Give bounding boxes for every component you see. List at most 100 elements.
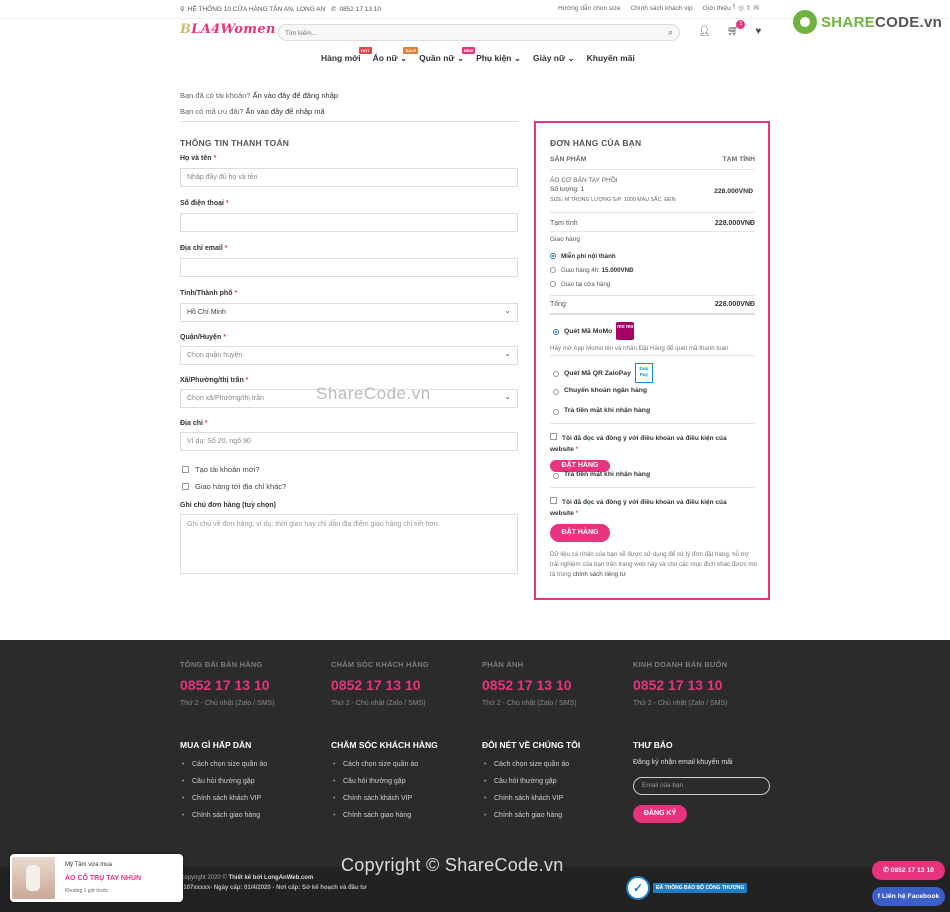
twitter-icon[interactable]: 𝕥 bbox=[747, 4, 750, 12]
coupon-notice: Bạn có mã ưu đãi? Ấn vào đây để nhập mã bbox=[180, 107, 325, 116]
facebook-contact-button[interactable]: f Liên hệ Facebook bbox=[872, 887, 945, 906]
phone-icon: ✆ bbox=[331, 6, 337, 13]
ship-option-free[interactable]: Miễn phí nội thành bbox=[550, 252, 616, 260]
login-notice: Bạn đã có tài khoản? Ấn vào đây để đăng … bbox=[180, 91, 339, 100]
pay-zalopay[interactable]: Quét Mã QR ZaloPay Zalo Pay bbox=[553, 363, 653, 383]
subtotal-row: Tạm tính 228.000VNĐ bbox=[550, 220, 755, 227]
wishlist-heart-icon[interactable]: ♥ bbox=[755, 26, 761, 37]
footer-phone[interactable]: 0852 17 13 10 bbox=[180, 677, 275, 693]
top-link-size-guide[interactable]: Hướng dẫn chọn size bbox=[558, 5, 620, 12]
footer-link[interactable]: Cách chọn size quần áo bbox=[482, 756, 580, 773]
chevron-down-icon: ⌄ bbox=[513, 53, 521, 63]
divider bbox=[180, 121, 518, 122]
nav-promotions[interactable]: Khuyến mãi bbox=[587, 53, 635, 64]
site-logo[interactable]: BLA4Women bbox=[180, 22, 276, 37]
subscribe-button[interactable]: ĐĂNG KÝ bbox=[633, 805, 687, 823]
momo-description: Hãy mở App Momo lên và nhấn Đặt Hàng để … bbox=[550, 345, 729, 352]
product-attrs: SIZE: M TRỌNG LƯỢNG S/P: 1000 MÀU SẮC: Đ… bbox=[550, 197, 676, 203]
gov-registered-badge[interactable]: ✓ ĐÃ THÔNG BÁO BỘ CÔNG THƯƠNG bbox=[626, 876, 748, 900]
user-icon[interactable]: 👤︎ bbox=[698, 26, 711, 37]
search-input[interactable] bbox=[285, 28, 655, 38]
footer-contact-sales: TỔNG ĐÀI BÁN HÀNG 0852 17 13 10 Thứ 2 - … bbox=[180, 660, 275, 707]
footer-phone[interactable]: 0852 17 13 10 bbox=[633, 677, 728, 693]
search-icon[interactable]: ⌕ bbox=[668, 27, 673, 38]
designer-link[interactable]: Thiết kế bởi LongAnWeb.com bbox=[228, 875, 313, 881]
address-field[interactable]: Ví dụ: Số 20, ngõ 90 bbox=[180, 432, 518, 451]
sharecode-logo: SHARECODE.vn bbox=[793, 10, 942, 34]
ship-option-store[interactable]: Giao tại cửa hàng bbox=[550, 280, 610, 288]
chevron-down-icon: ⌄ bbox=[400, 53, 408, 63]
product-thumbnail bbox=[12, 857, 55, 899]
mail-icon[interactable]: ✉ bbox=[753, 4, 759, 12]
cart-count-badge: 1 bbox=[736, 20, 746, 29]
cart-icon[interactable]: 🛒︎ 1 bbox=[727, 20, 746, 37]
privacy-link[interactable]: chính sách riêng tư bbox=[573, 571, 626, 578]
city-select[interactable]: Hồ Chí Minh bbox=[180, 303, 518, 322]
footer-link[interactable]: Chính sách khách VIP bbox=[180, 790, 267, 807]
facebook-icon[interactable]: f bbox=[733, 4, 735, 12]
order-title: ĐƠN HÀNG CỦA BẠN bbox=[550, 138, 642, 148]
order-header: SẢN PHẨM TẠM TÍNH bbox=[550, 156, 755, 163]
address-label: Địa chỉ * bbox=[180, 420, 208, 427]
name-field[interactable]: Nhập đầy đủ họ và tên bbox=[180, 168, 518, 187]
license-line: 0107xxxxx- Ngày cấp: 01/4/2020 - Nơi cấp… bbox=[180, 885, 367, 891]
footer-phone[interactable]: 0852 17 13 10 bbox=[331, 677, 429, 693]
shipping-label: Giao hàng bbox=[550, 236, 580, 243]
footer-link[interactable]: Câu hỏi thường gặp bbox=[331, 773, 438, 790]
district-select[interactable]: Chọn quận huyện bbox=[180, 346, 518, 365]
footer-col-about: ĐÔI NÉT VỀ CHÚNG TÔI Cách chọn size quần… bbox=[482, 740, 580, 824]
pay-cod[interactable]: Trả tiền mặt khi nhận hàng bbox=[553, 407, 650, 415]
nav-accessories[interactable]: Phụ kiện ⌄ bbox=[476, 53, 521, 64]
footer-link[interactable]: Câu hỏi thường gặp bbox=[482, 773, 580, 790]
social-links: f ◎ 𝕥 ✉ bbox=[733, 4, 759, 12]
phone-field[interactable] bbox=[180, 213, 518, 232]
nav-shoes[interactable]: Giày nữ ⌄ bbox=[533, 53, 575, 64]
footer-contact-care: CHĂM SÓC KHÁCH HÀNG 0852 17 13 10 Thứ 2 … bbox=[331, 660, 429, 707]
pay-bank-transfer[interactable]: Chuyển khoản ngân hàng bbox=[553, 387, 647, 395]
phone-label: Số điện thoại * bbox=[180, 200, 229, 207]
footer-col-shopping: MUA GÌ HẤP DẪN Cách chọn size quần áo Câ… bbox=[180, 740, 267, 824]
product-qty: Số lượng: 1 bbox=[550, 186, 585, 193]
footer-link[interactable]: Chính sách giao hàng bbox=[482, 807, 580, 824]
terms-checkbox[interactable]: Tôi đã đọc và đồng ý với điều khoản và đ… bbox=[550, 433, 740, 455]
billing-title: THÔNG TIN THANH TOÁN bbox=[180, 138, 290, 148]
notes-textarea[interactable]: Ghi chú về đơn hàng, ví dụ: thời gian ha… bbox=[180, 514, 518, 574]
footer-link[interactable]: Chính sách khách VIP bbox=[482, 790, 580, 807]
email-field[interactable] bbox=[180, 258, 518, 277]
pay-momo[interactable]: Quét Mã MoMo mo mo bbox=[553, 322, 635, 340]
top-link-about[interactable]: Giới thiệu bbox=[703, 5, 731, 12]
footer-link[interactable]: Chính sách khách VIP bbox=[331, 790, 438, 807]
footer-link[interactable]: Chính sách giao hàng bbox=[180, 807, 267, 824]
nav-tops[interactable]: Áo nữ ⌄ SALE bbox=[373, 47, 419, 64]
footer-contact-wholesale: KINH DOANH BÁN BUÔN 0852 17 13 10 Thứ 2 … bbox=[633, 660, 728, 707]
top-phone[interactable]: ✆ 0852 17 13 10 bbox=[331, 5, 381, 14]
instagram-icon[interactable]: ◎ bbox=[738, 4, 744, 12]
place-order-button[interactable]: ĐẶT HÀNG bbox=[550, 524, 610, 542]
ship-option-4h[interactable]: Giao hàng 4h: 15.000VNĐ bbox=[550, 266, 634, 274]
footer-phone[interactable]: 0852 17 13 10 bbox=[482, 677, 577, 693]
product-price: 228.000VNĐ bbox=[714, 188, 753, 195]
newsletter-email-input[interactable]: Email của bạn bbox=[633, 777, 770, 795]
footer-newsletter: THƯ BÁO Đăng ký nhận email khuyến mãi Em… bbox=[633, 740, 770, 823]
footer-link[interactable]: Câu hỏi thường gặp bbox=[180, 773, 267, 790]
footer-link[interactable]: Cách chọn size quần áo bbox=[331, 756, 438, 773]
top-link-vip[interactable]: Chính sách khách vip bbox=[630, 5, 692, 12]
coupon-link[interactable]: Ấn vào đây để nhập mã bbox=[246, 107, 325, 116]
nav-pants[interactable]: Quần nữ ⌄ NEW bbox=[419, 47, 476, 64]
call-button[interactable]: ✆ 0852 17 13 10 bbox=[872, 861, 945, 880]
hot-tag: HOT bbox=[359, 47, 372, 54]
footer-contact-feedback: PHẢN ÁNH 0852 17 13 10 Thứ 2 - Chủ nhật … bbox=[482, 660, 577, 707]
create-account-checkbox[interactable]: Tạo tài khoản mới? bbox=[182, 465, 260, 474]
chevron-down-icon: ⌄ bbox=[567, 53, 575, 63]
footer-link[interactable]: Cách chọn size quần áo bbox=[180, 756, 267, 773]
pay-cod-repeat[interactable]: Trả tiền mặt khi nhận hàng bbox=[553, 471, 650, 479]
product-name: ÁO CƠ BẢN TAY PHỒI bbox=[550, 177, 618, 184]
recent-purchase-popup[interactable]: Mỹ Tâm vừa mua ÁO CỔ TRỤ TAY NHÚN Khoảng… bbox=[10, 854, 183, 902]
nav-new-arrivals[interactable]: Hàng mới HOT bbox=[321, 47, 372, 64]
footer-link[interactable]: Chính sách giao hàng bbox=[331, 807, 438, 824]
total-row: Tổng 228.000VNĐ bbox=[550, 301, 755, 308]
ship-other-checkbox[interactable]: Giao hàng tới địa chỉ khác? bbox=[182, 482, 286, 491]
terms-checkbox-repeat[interactable]: Tôi đã đọc và đồng ý với điều khoản và đ… bbox=[550, 497, 740, 519]
login-link[interactable]: Ấn vào đây để đăng nhập bbox=[253, 91, 339, 100]
top-links: Hướng dẫn chọn size Chính sách khách vip… bbox=[558, 5, 731, 12]
